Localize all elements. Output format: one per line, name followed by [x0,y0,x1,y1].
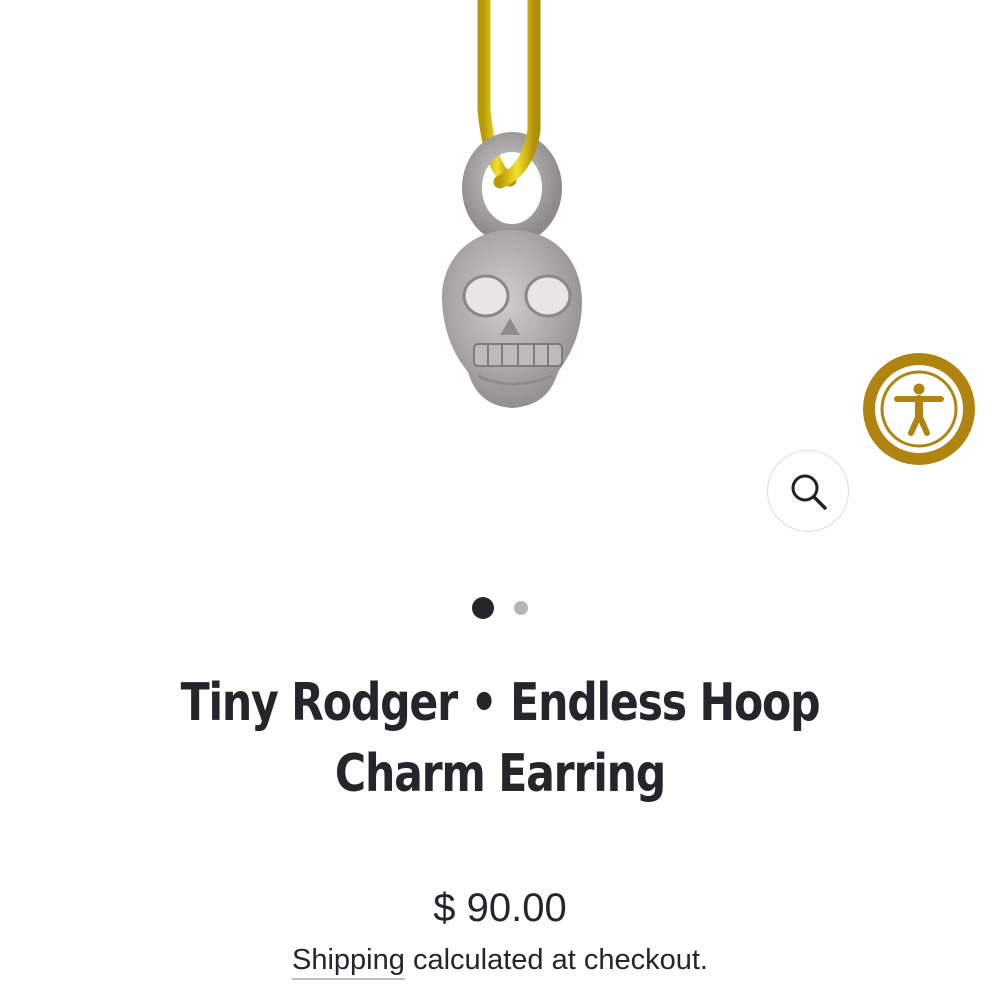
shipping-note-text: calculated at checkout. [404,944,708,976]
earring-illustration [441,0,582,408]
gallery-pagination [0,596,1000,620]
gallery-dot-2[interactable] [514,601,528,615]
product-page: Tiny Rodger • Endless Hoop Charm Earring… [0,0,1000,1000]
accessibility-person-icon [875,365,963,453]
product-image[interactable] [0,0,1000,580]
accessibility-button[interactable] [863,353,975,465]
zoom-button[interactable] [767,450,849,532]
product-title: Tiny Rodger • Endless Hoop Charm Earring [180,673,821,804]
product-price: $ 90.00 [433,886,567,930]
shipping-policy-link[interactable]: Shipping [292,944,405,980]
gallery-dot-1-active[interactable] [472,597,494,619]
magnifier-icon [791,474,827,510]
shipping-note: Shipping calculated at checkout. [0,940,1000,980]
